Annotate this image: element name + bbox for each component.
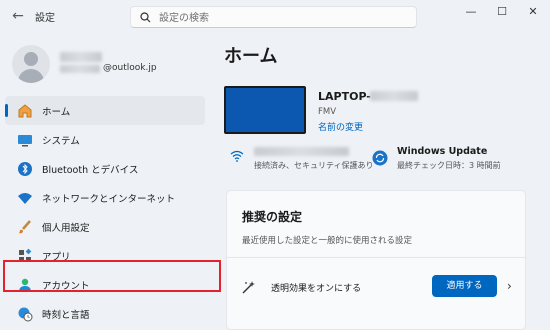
brush-icon	[19, 220, 31, 234]
card-description: 最近使用した設定と一般的に使用される設定	[242, 236, 413, 246]
transparency-setting-label: 透明効果をオンにする	[271, 284, 362, 294]
home-icon	[18, 104, 32, 118]
device-model: FMV	[318, 107, 337, 117]
search-icon	[140, 12, 151, 23]
blurred-device-suffix	[370, 91, 418, 101]
windows-update-last-check: 最終チェック日時：3 時間前	[397, 161, 501, 170]
blurred-network-name	[254, 147, 349, 156]
sparkle-wand-icon	[242, 281, 255, 294]
device-image	[224, 86, 306, 134]
card-title: 推奨の設定	[242, 210, 303, 224]
wifi-icon	[18, 193, 32, 204]
divider	[227, 257, 525, 258]
sidebar-item-label: 個人用設定	[42, 223, 90, 234]
search-box[interactable]	[130, 6, 417, 28]
recommended-settings-card: 推奨の設定 最近使用した設定と一般的に使用される設定 透明効果をオンにする 適用…	[226, 190, 526, 330]
back-arrow-icon[interactable]: ←	[8, 6, 28, 26]
sidebar-item-time-language[interactable]: 時刻と言語	[5, 299, 205, 328]
page-title: ホーム	[224, 46, 278, 67]
accounts-highlight-box	[3, 260, 221, 292]
sidebar-item-label: ネットワークとインターネット	[42, 194, 176, 205]
sidebar-nav: ホーム システム Bluetooth とデバイス ネットワークとインターネット …	[5, 96, 205, 328]
avatar	[12, 45, 50, 83]
sidebar-item-label: ホーム	[42, 107, 71, 118]
sidebar-item-bluetooth[interactable]: Bluetooth とデバイス	[5, 154, 205, 183]
search-input[interactable]	[157, 9, 411, 27]
system-icon	[18, 135, 32, 147]
sidebar-item-personalization[interactable]: 個人用設定	[5, 212, 205, 241]
app-title: 設定	[35, 13, 55, 24]
sidebar-item-home[interactable]: ホーム	[5, 96, 205, 125]
windows-update-icon	[372, 150, 388, 166]
title-bar: ← 設定 — ☐ ✕	[0, 0, 550, 34]
chevron-right-icon[interactable]: ›	[507, 279, 512, 293]
globe-clock-icon	[18, 307, 33, 322]
bluetooth-icon	[18, 162, 32, 176]
blurred-username	[60, 52, 102, 62]
sidebar-item-label: システム	[42, 136, 80, 147]
sidebar-item-label: Bluetooth とデバイス	[42, 165, 139, 176]
device-name: LAPTOP-	[318, 90, 371, 103]
blurred-email	[60, 65, 100, 73]
sidebar-item-label: 時刻と言語	[42, 310, 90, 321]
close-icon[interactable]: ✕	[521, 4, 545, 20]
apply-button[interactable]: 適用する	[432, 275, 497, 297]
sidebar-item-network[interactable]: ネットワークとインターネット	[5, 183, 205, 212]
wifi-status-icon	[230, 150, 244, 162]
windows-update-title[interactable]: Windows Update	[397, 146, 487, 157]
maximize-icon[interactable]: ☐	[490, 4, 514, 20]
minimize-icon[interactable]: —	[459, 4, 483, 20]
rename-link[interactable]: 名前の変更	[318, 120, 363, 133]
email-suffix: @outlook.jp	[103, 63, 157, 73]
network-status: 接続済み、セキュリティ保護あり	[254, 161, 374, 170]
sidebar-item-system[interactable]: システム	[5, 125, 205, 154]
